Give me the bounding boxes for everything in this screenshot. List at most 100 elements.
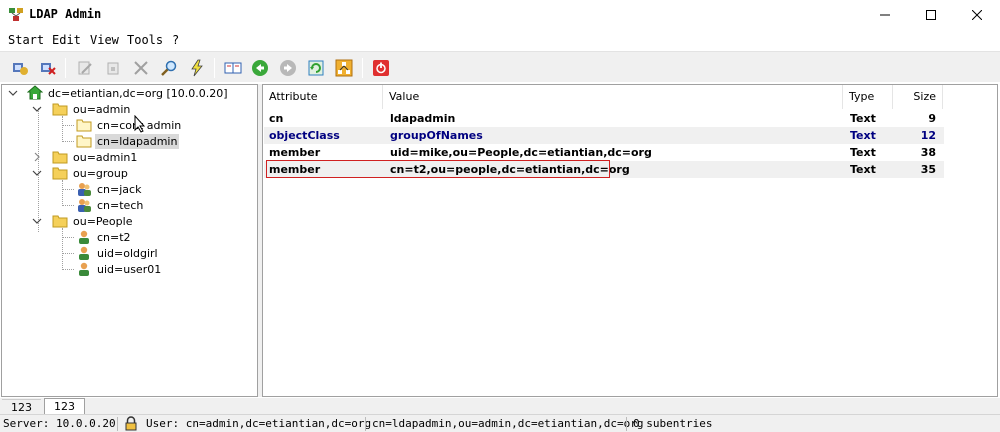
lock-icon — [125, 416, 137, 431]
cell-type: Text — [850, 163, 876, 176]
search-button[interactable] — [158, 57, 180, 79]
tree-node-ou-admin[interactable]: ou=admin — [52, 101, 132, 117]
book-button[interactable] — [222, 57, 244, 79]
tree-connector — [62, 189, 74, 190]
tree-node-cn-jack[interactable]: cn=jack — [76, 181, 143, 197]
tree-node-ou-people[interactable]: ou=People — [52, 213, 134, 229]
back-icon — [252, 60, 268, 76]
tree-root[interactable]: dc=etiantian,dc=org [10.0.0.20] — [27, 85, 230, 101]
chevron-down-icon[interactable] — [32, 216, 42, 226]
menu-help[interactable]: ? — [172, 33, 179, 47]
table-row[interactable]: member uid=mike,ou=People,dc=etiantian,d… — [264, 144, 944, 161]
column-header-attribute[interactable]: Attribute — [263, 85, 383, 109]
tree-node-label: cn=ldapadmin — [95, 133, 180, 149]
maximize-button[interactable] — [908, 0, 954, 30]
tree-node-cn-tech[interactable]: cn=tech — [76, 197, 145, 213]
tree-node-ou-group[interactable]: ou=group — [52, 165, 130, 181]
table-row[interactable]: cn ldapadmin Text 9 — [264, 110, 944, 127]
window-title: LDAP Admin — [29, 7, 102, 21]
folder-open-icon — [52, 101, 68, 117]
menu-edit[interactable]: Edit — [52, 33, 81, 47]
connect-button[interactable] — [9, 57, 31, 79]
minimize-icon — [880, 14, 890, 16]
server-icon — [27, 85, 43, 101]
tree-node-uid-oldgirl[interactable]: uid=oldgirl — [76, 245, 160, 261]
column-header-type[interactable]: Type — [843, 85, 893, 109]
chevron-down-icon[interactable] — [32, 168, 42, 178]
properties-button[interactable] — [102, 57, 124, 79]
exit-icon — [373, 60, 389, 76]
status-subentries: 0 subentries — [633, 417, 713, 430]
close-button[interactable] — [954, 0, 1000, 30]
minimize-button[interactable] — [862, 0, 908, 30]
menu-view[interactable]: View — [90, 33, 119, 47]
tree-node-label: cn=jack — [97, 182, 142, 196]
tree-view-button[interactable] — [333, 57, 355, 79]
menu-bar: Start Edit View Tools ? — [0, 30, 1000, 50]
attribute-list[interactable]: Attribute Value Type Size cn ldapadmin T… — [262, 84, 998, 397]
disconnect-button[interactable] — [37, 57, 59, 79]
cell-attribute: member — [269, 146, 321, 159]
tree-node-ou-admin1[interactable]: ou=admin1 — [52, 149, 139, 165]
user-icon — [76, 261, 92, 277]
cell-value: ldapadmin — [390, 112, 456, 125]
tree-node-uid-user01[interactable]: uid=user01 — [76, 261, 163, 277]
tree-node-label: uid=user01 — [97, 262, 162, 276]
chevron-down-icon[interactable] — [32, 104, 42, 114]
column-header-size[interactable]: Size — [893, 85, 943, 109]
user-icon — [76, 229, 92, 245]
tree-connector — [62, 269, 74, 270]
toolbar-separator — [214, 58, 215, 78]
table-row[interactable]: objectClass groupOfNames Text 12 — [264, 127, 944, 144]
mouse-cursor-icon — [134, 115, 146, 133]
menu-tools[interactable]: Tools — [127, 33, 163, 47]
highlight-box — [266, 160, 610, 178]
tree-node-label: ou=group — [73, 166, 128, 180]
forward-button[interactable] — [277, 57, 299, 79]
folder-icon — [76, 133, 92, 149]
refresh-button[interactable] — [305, 57, 327, 79]
tab-connection-1[interactable]: 123 — [2, 399, 41, 415]
chevron-right-icon[interactable] — [32, 152, 42, 162]
edit-button[interactable] — [74, 57, 96, 79]
tab-connection-2[interactable]: 123 — [44, 398, 85, 415]
cell-size: 9 — [928, 112, 936, 125]
cell-type: Text — [850, 129, 876, 142]
directory-tree[interactable]: dc=etiantian,dc=org [10.0.0.20] ou=admin… — [1, 84, 258, 397]
edit-icon — [78, 61, 92, 75]
column-header-value[interactable]: Value — [383, 85, 843, 109]
forward-icon — [280, 60, 296, 76]
cell-type: Text — [850, 146, 876, 159]
tree-node-cn-cont-admin[interactable]: cn=cont admin — [76, 117, 183, 133]
tree-node-cn-t2[interactable]: cn=t2 — [76, 229, 133, 245]
menu-start[interactable]: Start — [8, 33, 44, 47]
cell-attribute: cn — [269, 112, 284, 125]
cell-attribute: objectClass — [269, 129, 340, 142]
chevron-down-icon[interactable] — [8, 88, 18, 98]
back-button[interactable] — [249, 57, 271, 79]
delete-button[interactable] — [130, 57, 152, 79]
toolbar-separator — [65, 58, 66, 78]
book-icon — [224, 62, 242, 74]
cell-value: groupOfNames — [390, 129, 483, 142]
close-icon — [972, 10, 982, 20]
tree-connector — [62, 180, 63, 206]
tree-connector — [62, 228, 63, 270]
cell-size: 38 — [920, 146, 936, 159]
lightning-button[interactable] — [186, 57, 208, 79]
cell-type: Text — [850, 112, 876, 125]
status-bar: Server: 10.0.0.20 User: cn=admin,dc=etia… — [0, 414, 1000, 432]
group-icon — [76, 197, 92, 213]
cell-size: 35 — [920, 163, 936, 176]
tree-node-label: cn=t2 — [97, 230, 131, 244]
tree-root-label: dc=etiantian,dc=org [10.0.0.20] — [48, 86, 228, 100]
status-separator — [626, 417, 627, 431]
folder-open-icon — [52, 165, 68, 181]
tree-node-label: ou=admin1 — [73, 150, 138, 164]
maximize-icon — [926, 10, 936, 20]
tree-node-cn-ldapadmin[interactable]: cn=ldapadmin — [76, 133, 180, 149]
refresh-icon — [308, 60, 324, 76]
tree-connector — [62, 116, 63, 142]
tab-bar: 123 123 — [0, 398, 1000, 415]
exit-button[interactable] — [370, 57, 392, 79]
